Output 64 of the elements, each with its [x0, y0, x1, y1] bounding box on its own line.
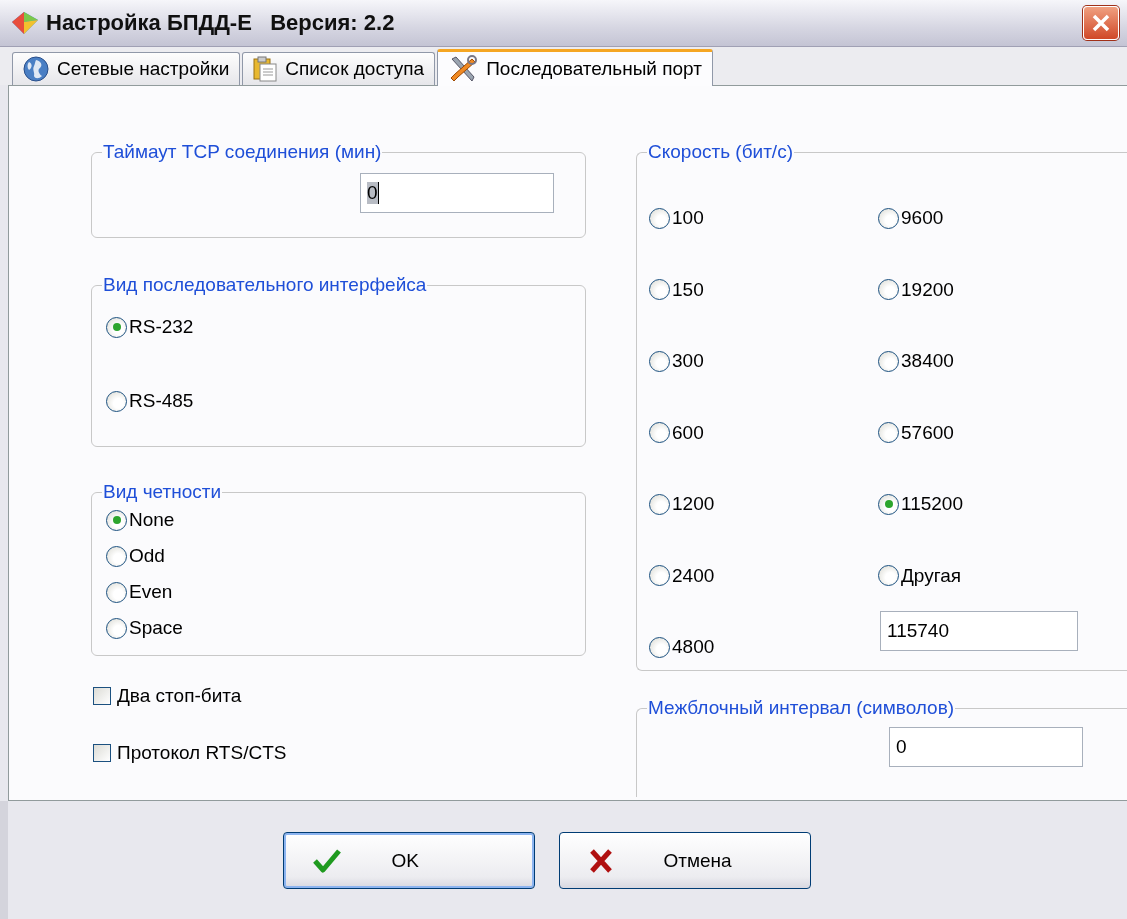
check-icon — [311, 847, 342, 874]
radio-button[interactable] — [649, 636, 670, 658]
radio-label[interactable]: Even — [129, 581, 173, 603]
radio-button[interactable] — [649, 207, 670, 229]
tab[interactable]: Список доступа — [242, 52, 436, 85]
radio-label[interactable]: 57600 — [901, 421, 954, 444]
radio-button[interactable] — [878, 279, 899, 300]
globe-icon — [23, 56, 49, 82]
radio-button[interactable] — [106, 316, 127, 338]
radio-button[interactable] — [878, 207, 899, 229]
tab[interactable]: Последовательный порт — [437, 49, 713, 86]
radio-button[interactable] — [878, 493, 899, 515]
checkbox-label[interactable]: Протокол RTS/CTS — [117, 742, 287, 764]
cancel-button[interactable]: Отмена — [558, 832, 811, 889]
window-title: Настройка БПДД-Е Версия: 2.2 — [46, 10, 396, 36]
radio-label[interactable]: 600 — [672, 421, 704, 444]
radio-label[interactable]: 1200 — [672, 493, 715, 515]
radio-button[interactable] — [649, 279, 670, 300]
radio-button[interactable] — [106, 617, 127, 639]
radio-label[interactable]: 9600 — [901, 207, 944, 229]
radio-label[interactable]: None — [129, 509, 175, 531]
radio-button[interactable] — [649, 350, 670, 372]
radio-label[interactable]: 100 — [672, 207, 704, 229]
custom-speed-field[interactable]: 115740 — [880, 611, 1078, 651]
radio-label[interactable]: 2400 — [672, 564, 715, 587]
group-title: Таймаут TCP соединения (мин) — [102, 141, 383, 163]
checkbox[interactable] — [93, 687, 111, 705]
radio-button[interactable] — [878, 565, 899, 586]
radio-button[interactable] — [106, 509, 127, 531]
group-title: Скорость (бит/с) — [647, 141, 794, 163]
radio-button[interactable] — [878, 350, 899, 372]
radio-button[interactable] — [106, 545, 127, 567]
tab[interactable]: Сетевые настройки — [12, 52, 241, 85]
input-field[interactable]: 0 — [360, 173, 554, 213]
radio-label[interactable]: RS-485 — [129, 390, 194, 412]
radio-label[interactable]: Odd — [129, 545, 165, 567]
radio-button[interactable] — [649, 422, 670, 443]
group-title: Межблочный интервал (символов) — [647, 697, 956, 719]
radio-label[interactable]: 300 — [672, 350, 704, 372]
radio-label[interactable]: Space — [129, 617, 183, 639]
radio-button[interactable] — [106, 390, 127, 412]
ok-button[interactable]: OK — [282, 832, 535, 889]
radio-label[interactable]: RS-232 — [129, 316, 194, 338]
radio-button[interactable] — [878, 422, 899, 443]
radio-button[interactable] — [106, 581, 127, 603]
input-field[interactable]: 0 — [889, 727, 1083, 767]
close-button[interactable] — [1083, 6, 1119, 40]
close-icon — [1091, 13, 1111, 33]
radio-label[interactable]: 4800 — [672, 636, 715, 658]
checkbox[interactable] — [93, 744, 111, 762]
group-title: Вид последовательного интерфейса — [102, 274, 428, 296]
radio-label[interactable]: 115200 — [901, 493, 963, 515]
radio-label[interactable]: 19200 — [901, 278, 954, 301]
group-title: Вид четности — [102, 481, 223, 503]
app-icon — [10, 10, 40, 36]
radio-label[interactable]: 38400 — [901, 350, 954, 372]
checkbox-label[interactable]: Два стоп-бита — [117, 685, 242, 707]
radio-label[interactable]: Другая — [901, 564, 962, 587]
radio-label[interactable]: 150 — [672, 278, 704, 301]
radio-button[interactable] — [649, 493, 670, 515]
clipboard-icon — [253, 56, 278, 82]
cross-icon — [587, 847, 614, 874]
tools-icon — [448, 55, 479, 83]
radio-button[interactable] — [649, 565, 670, 586]
